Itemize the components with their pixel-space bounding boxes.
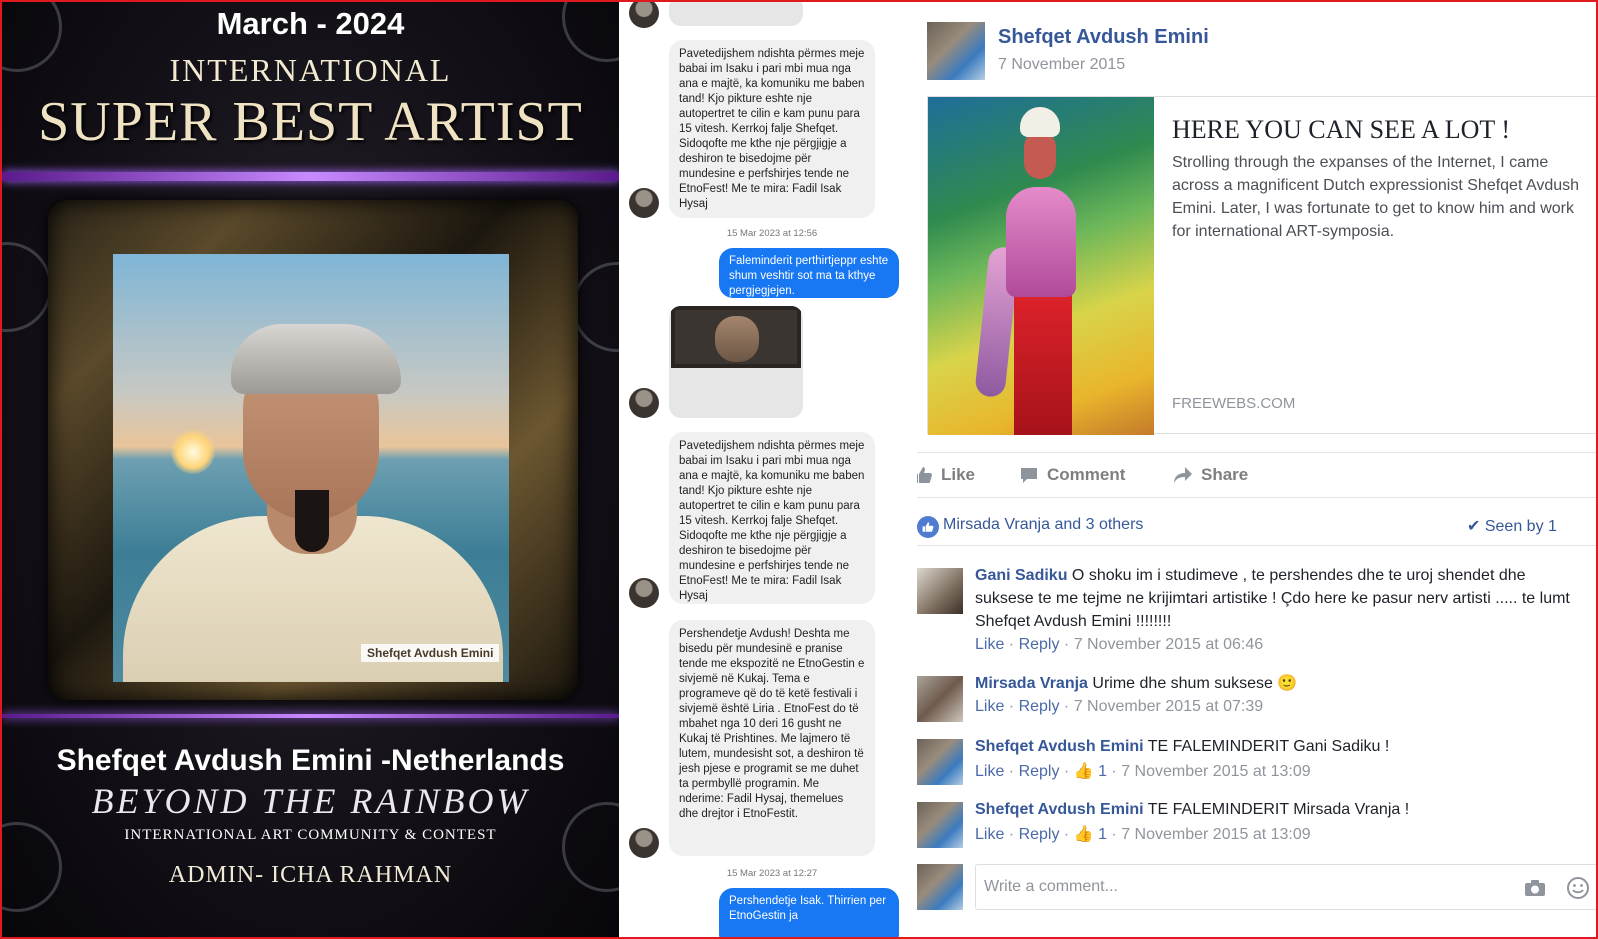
comment-like-link[interactable]: Like <box>975 636 1004 653</box>
commenter-name[interactable]: Mirsada Vranja <box>975 675 1088 692</box>
commenter-avatar[interactable] <box>917 739 963 785</box>
sender-avatar[interactable] <box>629 188 659 218</box>
message-timestamp: 15 Mar 2023 at 12:27 <box>726 868 818 879</box>
comment-time[interactable]: 7 November 2015 at 13:09 <box>1121 763 1310 780</box>
comment-reply-link[interactable]: Reply <box>1019 698 1060 715</box>
comment-text: Urime dhe shum suksese 🙂 <box>1092 675 1298 692</box>
like-label: Like <box>941 465 976 484</box>
write-comment-input[interactable] <box>976 865 1476 909</box>
comment-like-link[interactable]: Like <box>975 826 1004 843</box>
commenter-avatar[interactable] <box>917 802 963 848</box>
ornament-swirl <box>572 262 619 352</box>
link-preview-painting[interactable] <box>928 97 1154 435</box>
link-title[interactable]: HERE YOU CAN SEE A LOT ! <box>1172 115 1510 145</box>
commenter-name[interactable]: Shefqet Avdush Emini <box>975 738 1144 755</box>
flat-cap-shape <box>231 324 401 394</box>
share-icon <box>1174 467 1192 483</box>
photo-caption: Shefqet Avdush Emini <box>361 644 500 662</box>
sender-avatar[interactable] <box>629 578 659 608</box>
likes-count-link[interactable]: Mirsada Vranja and 3 others <box>943 516 1143 534</box>
comment-like-count[interactable]: 1 <box>1098 826 1107 843</box>
commenter-avatar[interactable] <box>917 568 963 614</box>
poster-title: SUPER BEST ARTIST <box>38 91 583 153</box>
post-actions: Like Comment Share <box>917 452 1596 498</box>
outgoing-message: Pershendetje Isak. Thirrien per EtnoGest… <box>719 888 899 937</box>
current-user-avatar <box>917 864 963 910</box>
link-source: FREEWEBS.COM <box>1172 395 1296 412</box>
checkmark-icon: ✔ <box>1467 518 1481 535</box>
reactions-summary: Mirsada Vranja and 3 others ✔ Seen by 1 <box>917 508 1596 546</box>
ornament-swirl <box>2 242 52 332</box>
comment-button[interactable]: Comment <box>1019 465 1125 485</box>
comment-label: Comment <box>1047 465 1126 484</box>
emoji-icon[interactable] <box>1566 876 1590 900</box>
thumbs-up-icon <box>917 467 932 483</box>
seen-by-label: Seen by 1 <box>1484 518 1557 535</box>
poster-admin: ADMIN- ICHA RAHMAN <box>168 862 453 888</box>
post-author[interactable]: Shefqet Avdush Emini <box>998 26 1209 49</box>
link-preview-card[interactable]: HERE YOU CAN SEE A LOT ! Strolling throu… <box>927 96 1596 435</box>
goatee-shape <box>295 490 329 552</box>
poster-tagline: BEYOND THE RAINBOW <box>91 781 530 821</box>
comment-text: TE FALEMINDERIT Gani Sadiku ! <box>1147 738 1390 755</box>
incoming-message: Pavetedijshem ndishta përmes meje babai … <box>669 40 875 218</box>
commenter-name[interactable]: Gani Sadiku <box>975 567 1067 584</box>
link-description: Strolling through the expanses of the In… <box>1172 154 1580 240</box>
outgoing-message: Faleminderit perthirtjeppr eshte shum ve… <box>719 248 899 298</box>
comment-time[interactable]: 7 November 2015 at 13:09 <box>1121 826 1310 843</box>
comment-like-link[interactable]: Like <box>975 763 1004 780</box>
thumbs-up-icon: 👍 <box>1073 826 1094 843</box>
message-timestamp: 15 Mar 2023 at 12:56 <box>726 228 818 239</box>
purple-band <box>2 172 619 181</box>
sender-avatar[interactable] <box>629 388 659 418</box>
thumbs-up-icon: 👍 <box>1073 763 1094 780</box>
comment-composer <box>975 864 1596 910</box>
sunset-sun <box>171 430 215 474</box>
like-reaction-icon <box>917 516 939 538</box>
self-portrait-thumbnail <box>671 306 801 368</box>
sender-avatar[interactable] <box>629 828 659 858</box>
comment-icon <box>1021 468 1037 483</box>
incoming-message: Pershendetje Avdush! Deshta me bisedu pë… <box>669 620 875 856</box>
camera-icon[interactable] <box>1524 879 1546 897</box>
facebook-post: Shefqet Avdush Emini 7 November 2015 HER… <box>917 2 1596 937</box>
poster-community: INTERNATIONAL ART COMMUNITY & CONTEST <box>124 827 497 843</box>
author-avatar[interactable] <box>927 22 985 80</box>
sender-avatar[interactable] <box>629 2 659 28</box>
commenter-avatar[interactable] <box>917 676 963 722</box>
poster-artist-name: Shefqet Avdush Emini -Netherlands <box>56 744 565 777</box>
incoming-message: Pavetedijshem ndishta përmes meje babai … <box>669 432 875 604</box>
artist-photo: Shefqet Avdush Emini <box>113 254 509 682</box>
image-bubble[interactable] <box>669 2 803 26</box>
comment-time[interactable]: 7 November 2015 at 07:39 <box>1074 698 1263 715</box>
share-button[interactable]: Share <box>1173 465 1248 485</box>
like-button[interactable]: Like <box>917 465 975 485</box>
messenger-thread[interactable]: Pavetedijshem ndishta përmes meje babai … <box>619 2 917 937</box>
post-date[interactable]: 7 November 2015 <box>998 56 1125 74</box>
comment-reply-link[interactable]: Reply <box>1019 826 1060 843</box>
share-label: Share <box>1201 465 1249 484</box>
award-poster: March - 2024 INTERNATIONAL SUPER BEST AR… <box>2 2 619 937</box>
comment-like-count[interactable]: 1 <box>1098 763 1107 780</box>
image-bubble[interactable] <box>669 306 803 418</box>
poster-date: March - 2024 <box>216 6 405 41</box>
purple-band <box>2 714 619 718</box>
comment-time[interactable]: 7 November 2015 at 06:46 <box>1074 636 1263 653</box>
seen-by-link[interactable]: ✔ Seen by 1 <box>1467 516 1557 536</box>
comment-reply-link[interactable]: Reply <box>1019 763 1060 780</box>
comment-reply-link[interactable]: Reply <box>1019 636 1060 653</box>
comment-like-link[interactable]: Like <box>975 698 1004 715</box>
poster-subtitle: INTERNATIONAL <box>169 52 452 88</box>
commenter-name[interactable]: Shefqet Avdush Emini <box>975 801 1144 818</box>
comment-text: TE FALEMINDERIT Mirsada Vranja ! <box>1147 801 1410 818</box>
